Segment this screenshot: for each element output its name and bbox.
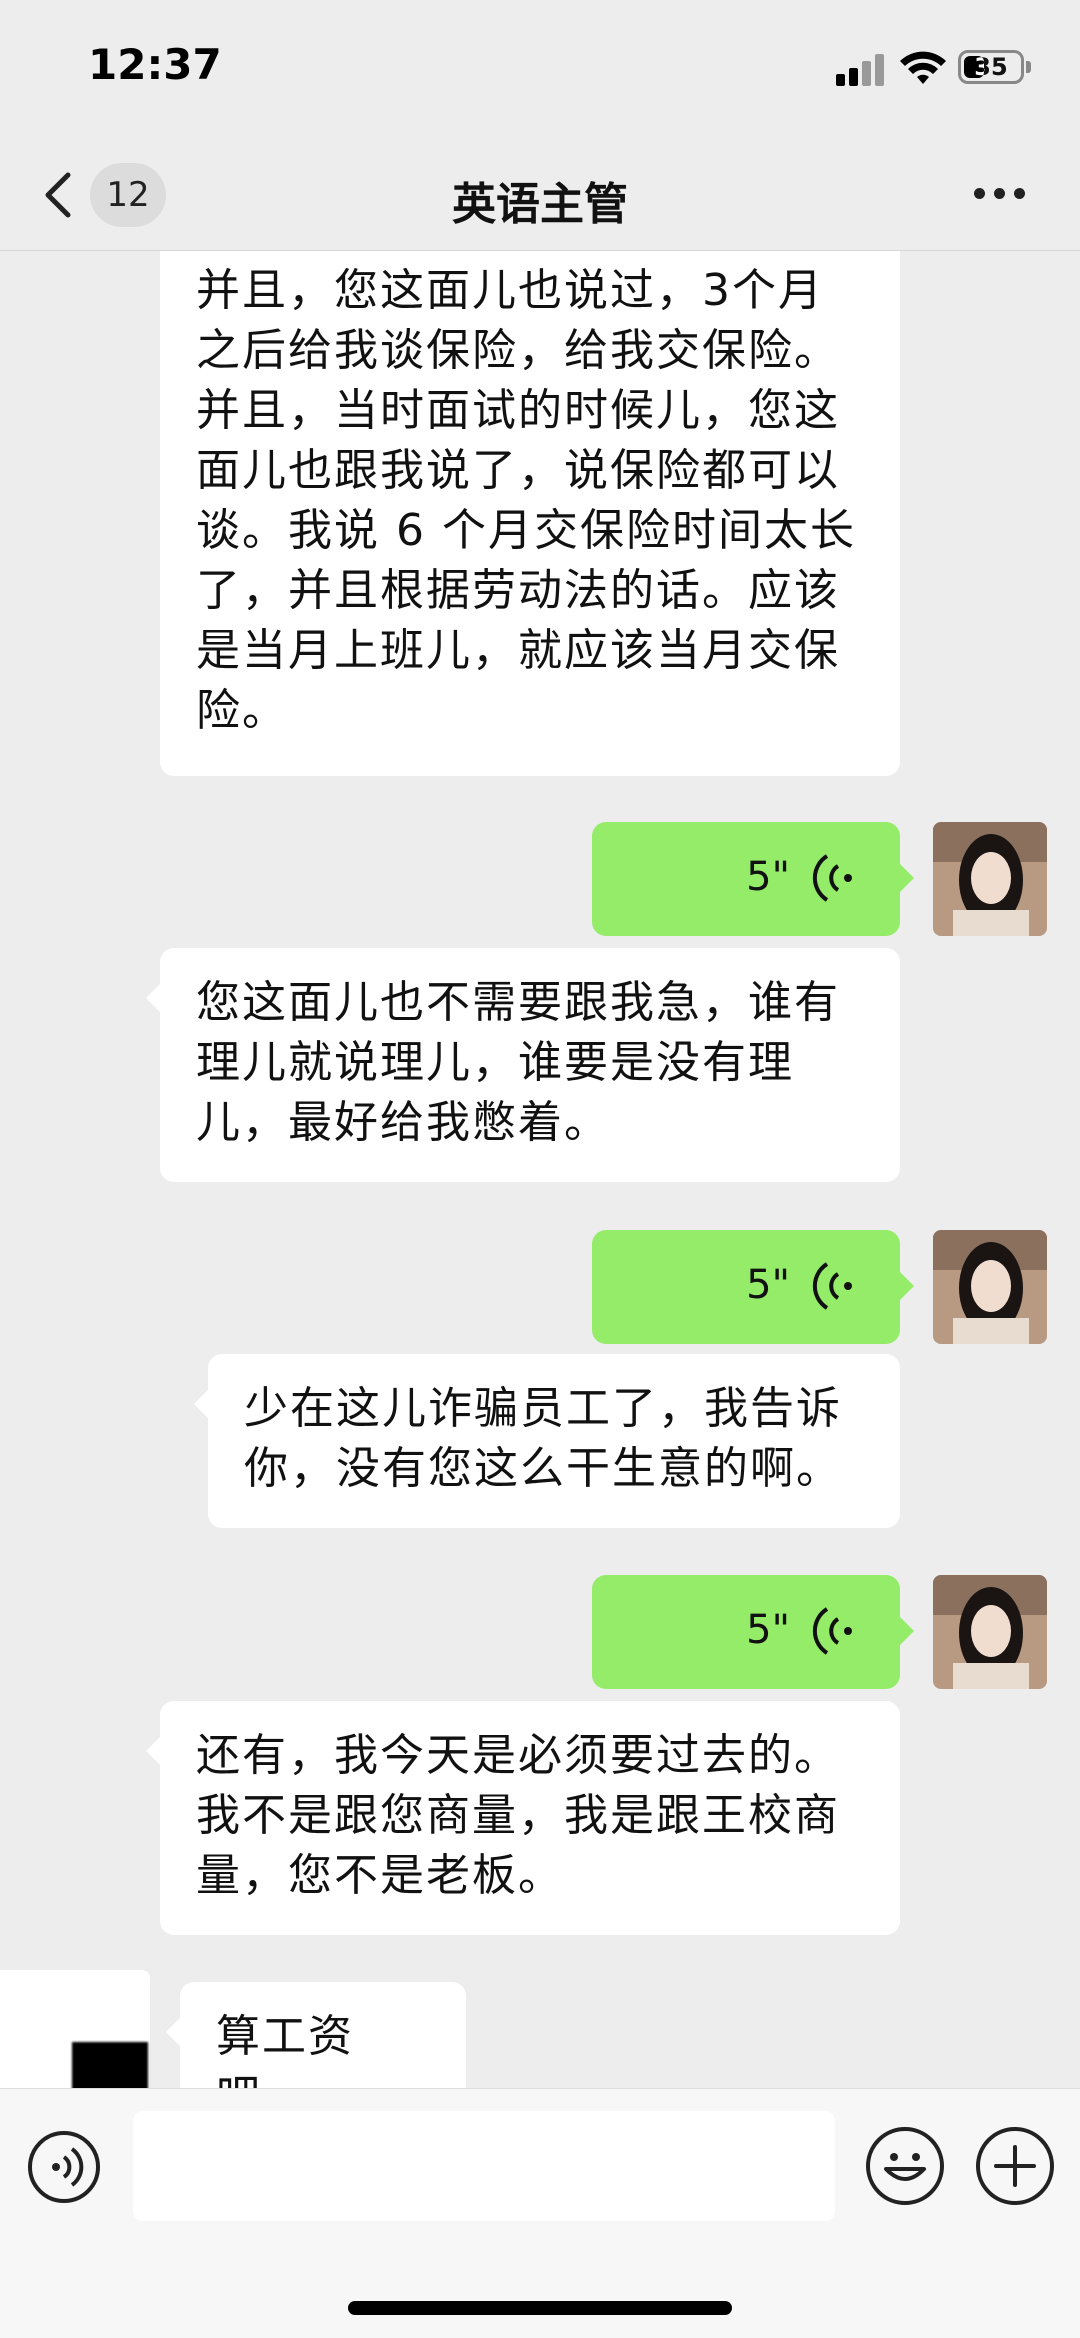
- outgoing-voice-message[interactable]: 5": [592, 1230, 914, 1344]
- outgoing-voice-message[interactable]: 5": [592, 822, 914, 936]
- chat-header: 12 英语主管: [0, 140, 1080, 251]
- status-bar: 12:37 35: [0, 0, 1080, 140]
- my-avatar[interactable]: [933, 1575, 1047, 1689]
- message-line: 并且，当时面试的时候儿，您这: [196, 385, 840, 436]
- message-line: 我不是跟您商量，我是跟王校商: [196, 1790, 840, 1841]
- incoming-message[interactable]: 还有，我今天是必须要过去的。 我不是跟您商量，我是跟王校商 量，您不是老板。: [146, 1701, 900, 1935]
- voice-input-icon: [52, 2147, 84, 2187]
- back-icon: [45, 172, 71, 218]
- message-line: 之后给我谈保险，给我交保险。: [196, 325, 840, 376]
- chat-message-list[interactable]: 并且，您这面儿也说过，3个月 之后给我谈保险，给我交保险。 并且，当时面试的时候…: [0, 251, 1080, 2088]
- message-line: 儿，最好给我憋着。: [196, 1097, 610, 1148]
- voice-wave-icon: [812, 1607, 852, 1655]
- voice-input-button[interactable]: [28, 2131, 100, 2203]
- wifi-icon: [900, 51, 946, 84]
- message-line: 少在这儿诈骗员工了，我告诉: [244, 1383, 842, 1434]
- my-avatar[interactable]: [933, 1230, 1047, 1344]
- message-line: 并且，您这面儿也说过，3个月: [196, 265, 824, 316]
- message-line: 算工资吧。: [216, 2011, 354, 2088]
- message-line: 您这面儿也不需要跟我急，谁有: [196, 977, 840, 1028]
- incoming-message[interactable]: 算工资吧。: [166, 1982, 466, 2088]
- home-indicator[interactable]: [348, 2301, 732, 2315]
- voice-duration: 5": [746, 1262, 790, 1308]
- message-input[interactable]: [133, 2111, 835, 2221]
- emoji-button[interactable]: [866, 2127, 944, 2205]
- voice-duration: 5": [746, 854, 790, 900]
- back-button[interactable]: 12: [40, 163, 170, 227]
- avatar-photo: [933, 822, 1047, 936]
- more-icon[interactable]: [970, 180, 1030, 210]
- unread-count-badge: 12: [90, 163, 166, 227]
- plus-icon: [994, 2145, 1036, 2187]
- incoming-message[interactable]: 您这面儿也不需要跟我急，谁有 理儿就说理儿，谁要是没有理 儿，最好给我憋着。: [146, 948, 900, 1182]
- outgoing-voice-message[interactable]: 5": [592, 1575, 914, 1689]
- input-bar: [0, 2088, 1080, 2338]
- message-line: 是当月上班儿，就应该当月交保: [196, 625, 840, 676]
- chat-title: 英语主管: [452, 179, 628, 230]
- battery-icon: 35: [958, 50, 1024, 84]
- voice-duration: 5": [746, 1607, 790, 1653]
- message-line: 谈。我说 6 个月交保险时间太长: [196, 505, 856, 556]
- plus-button[interactable]: [976, 2127, 1054, 2205]
- voice-wave-icon: [812, 854, 852, 902]
- avatar-photo: [933, 1230, 1047, 1344]
- message-line: 还有，我今天是必须要过去的。: [196, 1730, 840, 1781]
- message-line: 了，并且根据劳动法的话。应该: [196, 565, 840, 616]
- message-line: 你，没有您这么干生意的啊。: [244, 1443, 842, 1494]
- emoji-icon: [884, 2153, 926, 2181]
- message-line: 理儿就说理儿，谁要是没有理: [196, 1037, 794, 1088]
- message-line: 险。: [196, 685, 288, 736]
- avatar-photo: [933, 1575, 1047, 1689]
- cellular-signal-icon: [836, 52, 886, 86]
- battery-level: 35: [974, 53, 1008, 81]
- incoming-message[interactable]: 并且，您这面儿也说过，3个月 之后给我谈保险，给我交保险。 并且，当时面试的时候…: [160, 251, 900, 776]
- voice-wave-icon: [812, 1262, 852, 1310]
- incoming-message[interactable]: 少在这儿诈骗员工了，我告诉 你，没有您这么干生意的啊。: [194, 1354, 900, 1528]
- message-line: 量，您不是老板。: [196, 1850, 564, 1901]
- status-time: 12:37: [88, 40, 222, 89]
- my-avatar[interactable]: [933, 822, 1047, 936]
- message-line: 面儿也跟我说了，说保险都可以: [196, 445, 840, 496]
